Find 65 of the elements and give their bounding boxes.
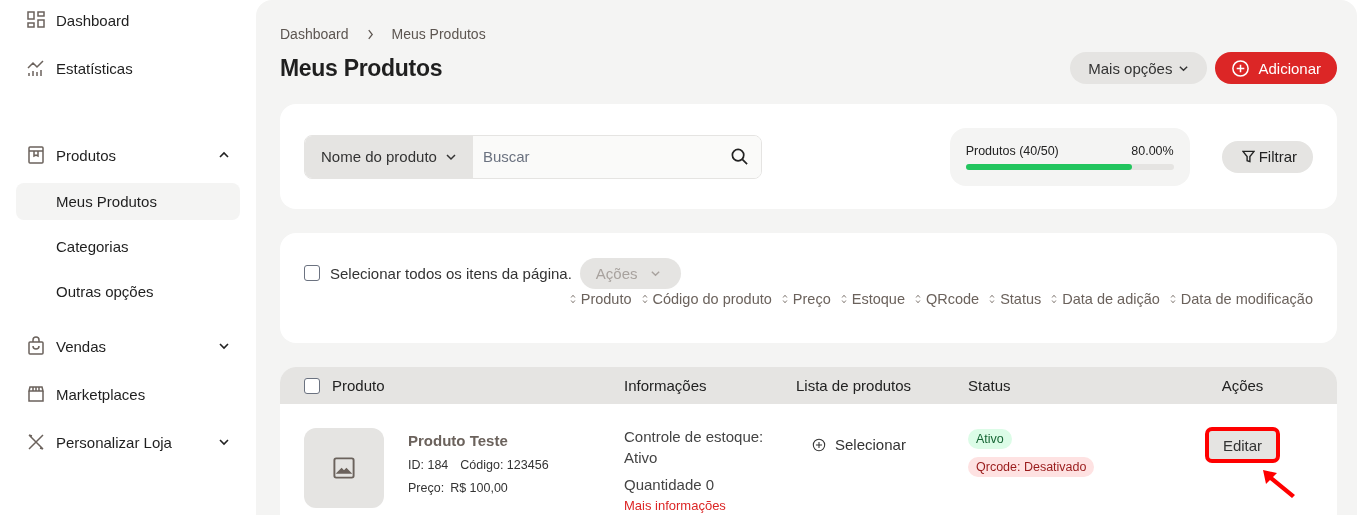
product-code: Código: 123456 xyxy=(460,458,549,472)
sidebar-item[interactable]: Dashboard xyxy=(16,0,240,44)
bag-icon xyxy=(26,336,46,356)
sidebar-subitem[interactable]: Meus Produtos xyxy=(16,183,240,220)
sort-icon xyxy=(840,293,847,305)
sidebar-subitem[interactable]: Outras opções xyxy=(16,273,240,310)
quota-label: Produtos (40/50) xyxy=(965,143,1059,158)
info-text: Quantidade 0 xyxy=(624,475,716,495)
image-icon xyxy=(332,456,356,480)
column-header: Produto xyxy=(332,377,385,394)
select-all-label: Selecionar todos os itens da página. xyxy=(330,264,572,282)
sidebar-subitem[interactable]: Categorias xyxy=(16,228,240,265)
more-options-button[interactable]: Mais opções xyxy=(1070,52,1208,84)
sort-option[interactable]: Preço xyxy=(781,291,831,307)
sort-option[interactable]: Data de modificação xyxy=(1169,291,1313,307)
sort-option[interactable]: Data de adição xyxy=(1051,291,1160,307)
column-header: Informações xyxy=(624,376,707,394)
quota-percent: 80.00% xyxy=(1131,143,1174,158)
select-button[interactable]: Selecionar xyxy=(796,436,906,453)
sidebar-item[interactable]: Produtos xyxy=(16,131,240,179)
product-name: Produto Teste xyxy=(408,432,509,449)
chevron-right-icon xyxy=(366,28,374,40)
sidebar-item[interactable]: Estatísticas xyxy=(16,44,240,92)
sort-icon xyxy=(641,293,648,305)
sort-option[interactable]: Status xyxy=(989,291,1042,307)
page-title: Meus Produtos xyxy=(280,54,443,82)
sort-icon xyxy=(569,293,576,305)
column-header: Status xyxy=(968,376,1011,394)
sort-icon xyxy=(781,293,788,305)
plus-circle-icon xyxy=(1231,58,1251,78)
sort-option[interactable]: Estoque xyxy=(840,291,905,307)
product-price: R$ 100,00 xyxy=(450,481,508,495)
info-text: Controle de estoque: Ativo xyxy=(624,427,765,468)
product-id: ID: 184 xyxy=(408,458,449,472)
more-info-link[interactable]: Mais informações xyxy=(624,498,796,513)
header-checkbox[interactable] xyxy=(304,377,320,394)
store-icon xyxy=(26,384,46,404)
chevron-down-icon[interactable] xyxy=(218,436,230,448)
chart-icon xyxy=(26,58,46,78)
breadcrumb-link[interactable]: Meus Produtos xyxy=(391,26,486,42)
filter-button[interactable]: Filtrar xyxy=(1221,140,1313,173)
status-badge: Qrcode: Desativado xyxy=(968,457,1095,477)
sort-option[interactable]: Produto xyxy=(569,291,632,307)
sort-icon xyxy=(1051,293,1058,305)
sort-icon xyxy=(1169,293,1176,305)
sort-option[interactable]: Código do produto xyxy=(641,291,772,307)
breadcrumb-link[interactable]: Dashboard xyxy=(280,26,349,42)
add-button[interactable]: Adicionar xyxy=(1215,52,1337,84)
box-icon xyxy=(26,145,46,165)
sort-icon xyxy=(989,293,996,305)
annotation-arrow xyxy=(1260,468,1297,500)
sort-option[interactable]: QRcode xyxy=(914,291,980,307)
sidebar-item[interactable]: Personalizar Loja xyxy=(16,418,240,466)
sidebar-item[interactable]: Marketplaces xyxy=(16,370,240,418)
chevron-down-icon[interactable] xyxy=(218,340,230,352)
filter-icon xyxy=(1241,150,1255,163)
select-all-checkbox[interactable] xyxy=(304,265,320,281)
price-label: Preço: xyxy=(408,481,445,495)
grid-icon xyxy=(26,10,46,30)
column-header: Ações xyxy=(1221,377,1264,394)
column-header: Lista de produtos xyxy=(796,376,912,394)
plus-circle-icon xyxy=(812,437,826,452)
status-badge: Ativo xyxy=(968,429,1012,449)
sidebar-item[interactable]: Vendas xyxy=(16,322,240,370)
sort-icon xyxy=(914,293,921,305)
